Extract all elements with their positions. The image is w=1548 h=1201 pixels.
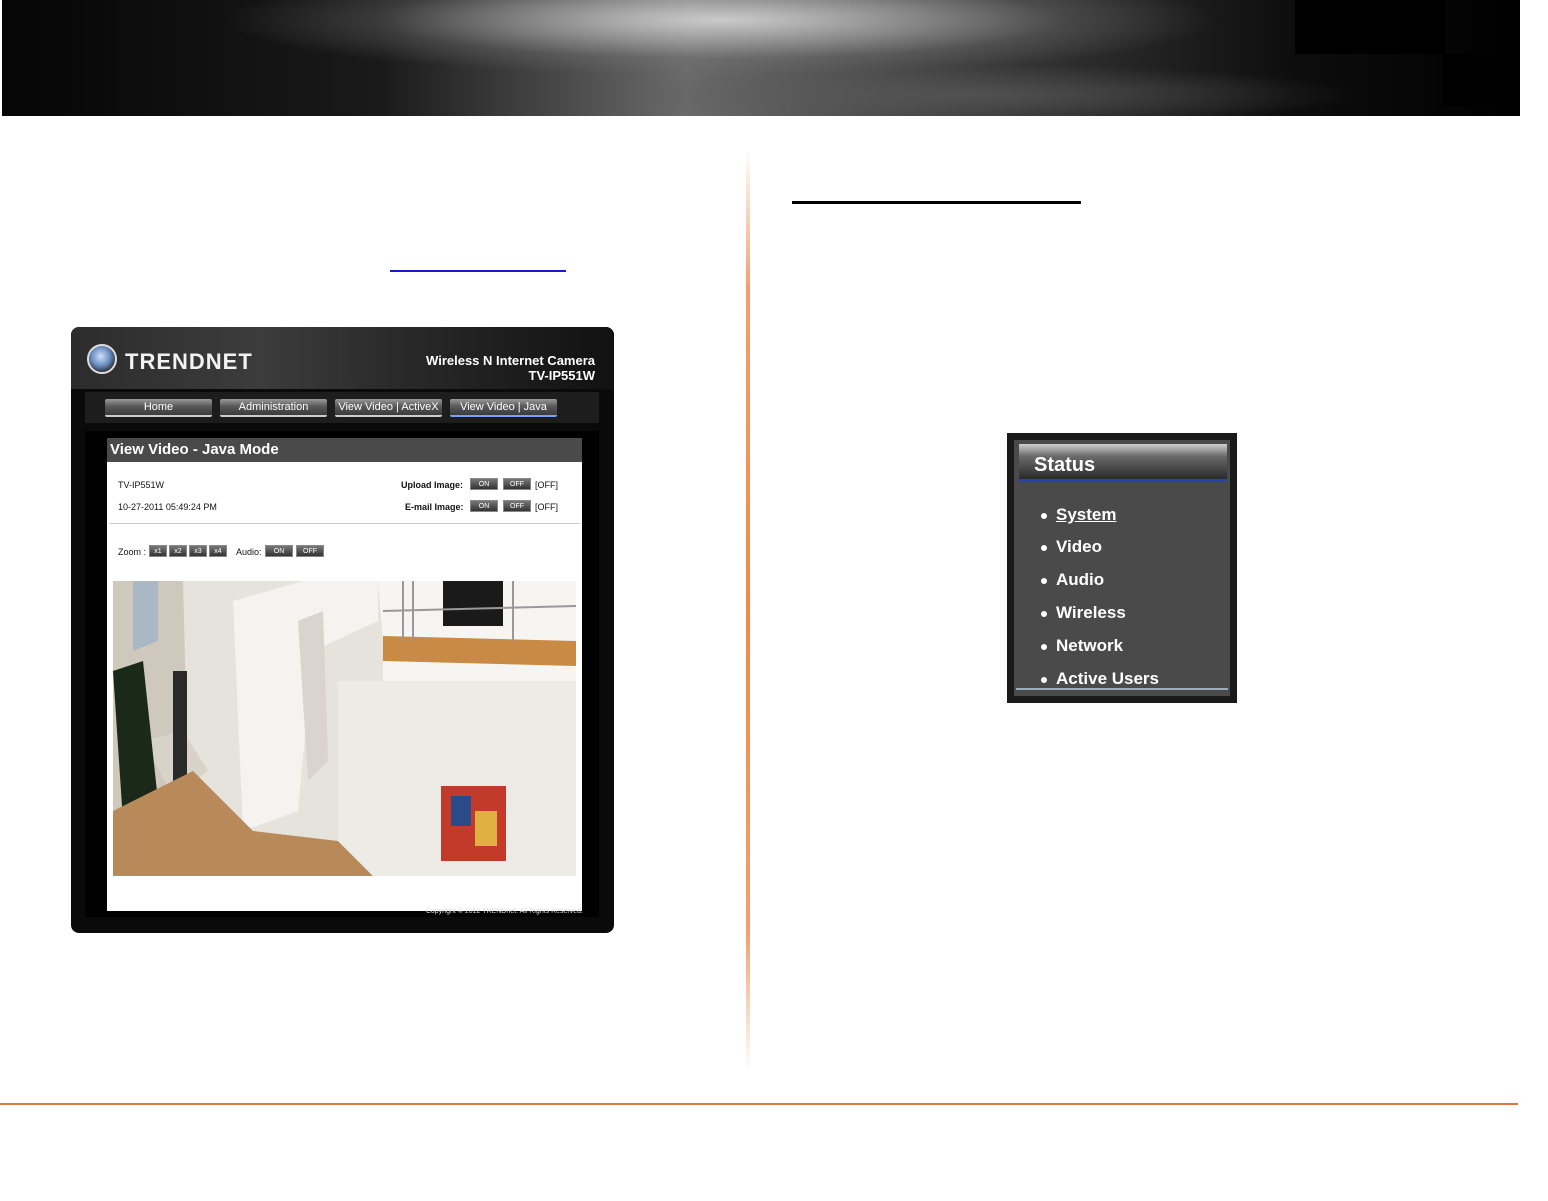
status-item-video[interactable]: Video bbox=[1041, 537, 1102, 557]
email-on-button[interactable]: ON bbox=[470, 500, 498, 512]
status-item-label: Audio bbox=[1056, 570, 1105, 589]
nav-view-video-java[interactable]: View Video | Java bbox=[450, 399, 557, 417]
panel-title: View Video - Java Mode bbox=[107, 438, 582, 462]
bullet-icon bbox=[1041, 512, 1047, 519]
zoom-x4-button[interactable]: x4 bbox=[209, 545, 227, 557]
upload-on-button[interactable]: ON bbox=[470, 478, 498, 490]
email-off-button[interactable]: OFF bbox=[503, 500, 531, 512]
header-corner-block bbox=[1295, 0, 1445, 54]
product-line: Wireless N Internet Camera bbox=[426, 353, 595, 368]
footer-rule bbox=[0, 1103, 1518, 1105]
audio-off-button[interactable]: OFF bbox=[296, 545, 324, 557]
audio-label: Audio: bbox=[236, 547, 262, 557]
camera-ui-screenshot: TRENDNET Wireless N Internet Camera TV-I… bbox=[71, 327, 614, 933]
bullet-icon bbox=[1041, 643, 1047, 650]
camera-model: TV-IP551W bbox=[528, 368, 595, 383]
status-menu: Status System Video Audio Wireless Netwo… bbox=[1007, 433, 1237, 703]
device-name: TV-IP551W bbox=[118, 480, 165, 490]
camera-body: View Video - Java Mode TV-IP551W 10-27-2… bbox=[85, 431, 599, 917]
status-menu-bottom-rule bbox=[1016, 688, 1228, 690]
status-menu-title: Status bbox=[1034, 454, 1096, 476]
bullet-icon bbox=[1041, 610, 1047, 617]
bullet-icon bbox=[1041, 544, 1047, 551]
camera-header: TRENDNET Wireless N Internet Camera TV-I… bbox=[71, 327, 614, 389]
zoom-label: Zoom : bbox=[118, 547, 147, 557]
status-item-audio[interactable]: Audio bbox=[1041, 570, 1104, 590]
logo-text: TRENDNET bbox=[125, 349, 253, 374]
status-item-label: Wireless bbox=[1056, 603, 1126, 622]
zoom-x2-button[interactable]: x2 bbox=[169, 545, 187, 557]
status-item-label: Video bbox=[1056, 537, 1102, 556]
copyright: Copyright © 2012 TRENDnet. All Rights Re… bbox=[425, 908, 583, 915]
section-heading-underline bbox=[792, 201, 1081, 204]
audio-on-button[interactable]: ON bbox=[265, 545, 293, 557]
column-divider bbox=[746, 150, 750, 1070]
zoom-x1-button[interactable]: x1 bbox=[149, 545, 167, 557]
panel-separator bbox=[109, 523, 580, 524]
email-image-label: E-mail Image: bbox=[405, 502, 464, 512]
zoom-x3-button[interactable]: x3 bbox=[189, 545, 207, 557]
header-corner-block bbox=[1443, 54, 1508, 106]
status-item-network[interactable]: Network bbox=[1041, 636, 1123, 656]
status-item-wireless[interactable]: Wireless bbox=[1041, 603, 1126, 623]
status-menu-panel: Status System Video Audio Wireless Netwo… bbox=[1014, 440, 1230, 696]
trendnet-logo-icon bbox=[87, 344, 117, 374]
status-item-label: System bbox=[1056, 505, 1117, 524]
email-state: [OFF] bbox=[535, 502, 558, 512]
upload-state: [OFF] bbox=[535, 480, 558, 490]
status-item-label: Network bbox=[1056, 636, 1124, 655]
live-video-image bbox=[113, 581, 576, 876]
camera-title: Wireless N Internet Camera TV-IP551W bbox=[426, 353, 595, 383]
datetime: 10-27-2011 05:49:24 PM bbox=[118, 502, 217, 512]
nav-home[interactable]: Home bbox=[105, 399, 212, 417]
status-menu-header: Status bbox=[1019, 444, 1227, 482]
nav-view-video-activex[interactable]: View Video | ActiveX bbox=[335, 399, 442, 417]
upload-image-label: Upload Image: bbox=[401, 480, 464, 490]
status-item-label: Active Users bbox=[1056, 669, 1160, 688]
header-banner bbox=[2, 0, 1520, 116]
upload-off-button[interactable]: OFF bbox=[503, 478, 531, 490]
nav-administration[interactable]: Administration bbox=[220, 399, 327, 417]
status-item-active-users[interactable]: Active Users bbox=[1041, 669, 1159, 689]
hyperlink-underline[interactable] bbox=[390, 270, 566, 272]
bullet-icon bbox=[1041, 577, 1047, 584]
status-item-system[interactable]: System bbox=[1041, 505, 1116, 525]
bullet-icon bbox=[1041, 676, 1047, 683]
video-panel: TV-IP551W 10-27-2011 05:49:24 PM Upload … bbox=[107, 462, 582, 911]
room-scene-image bbox=[113, 581, 576, 876]
camera-nav: Home Administration View Video | ActiveX… bbox=[85, 392, 599, 423]
